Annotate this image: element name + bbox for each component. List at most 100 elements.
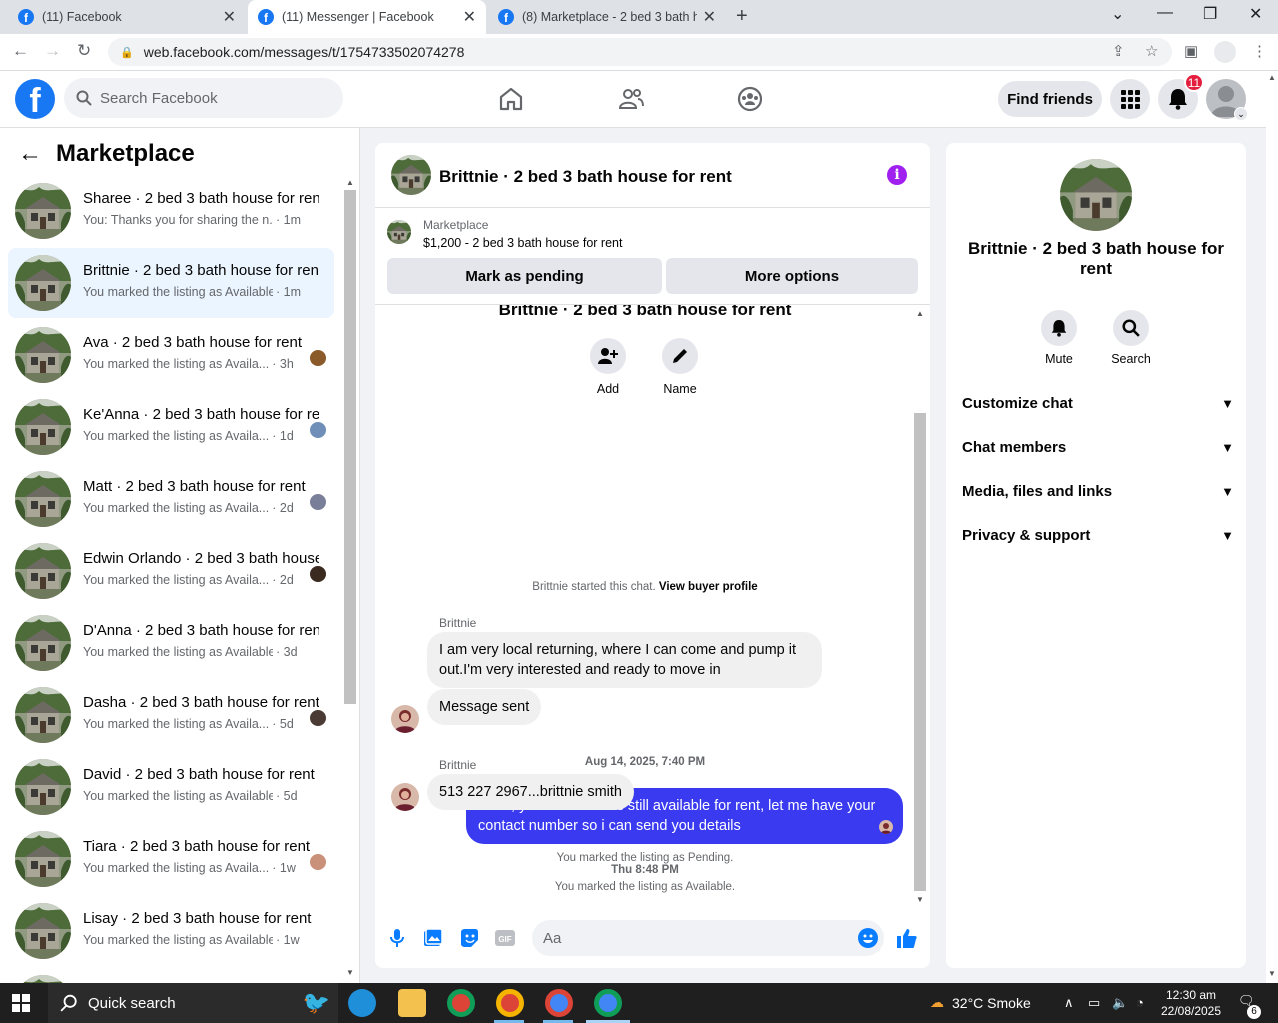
chrome-icon[interactable] [447,989,475,1017]
conversation-item[interactable]: David · 2 bed 3 bath house for rent You m… [8,752,334,822]
view-buyer-profile-link[interactable]: View buyer profile [659,581,758,593]
browser-tab-facebook[interactable]: f (11) Facebook ✕ [8,0,246,34]
clock[interactable]: 12:30 am 22/08/2025 [1156,987,1226,1019]
thumbs-up-icon[interactable] [896,927,918,949]
chrome-icon[interactable] [545,989,573,1017]
scroll-up-icon[interactable]: ▲ [346,178,354,187]
name-chat-button[interactable]: Name [650,338,710,396]
mark-as-pending-button[interactable]: Mark as pending [387,258,662,294]
facebook-logo[interactable]: f [15,79,55,119]
sidebar-scrollbar[interactable]: ▲ ▼ [343,178,357,983]
conversation-item-partial[interactable] [8,968,334,983]
home-icon[interactable] [497,85,525,113]
incoming-message[interactable]: Message sent [427,689,542,725]
chat-scrollbar[interactable]: ▲ ▼ [913,305,927,905]
browser-tab-messenger[interactable]: f (11) Messenger | Facebook ✕ [248,0,486,34]
conversation-item[interactable]: Ke'Anna · 2 bed 3 bath house for rent You… [8,392,334,462]
sticker-icon[interactable] [458,927,480,949]
page-scrollbar[interactable]: ▲ ▼ [1266,71,1278,983]
chrome-icon[interactable] [496,989,524,1017]
conversation-item[interactable]: Dasha · 2 bed 3 bath house for rent You m… [8,680,334,750]
scrollbar-thumb[interactable] [344,190,356,704]
taskbar-search[interactable]: Quick search 🐦 [48,983,338,1023]
windows-start-icon[interactable] [12,994,30,1012]
restore-button[interactable]: ❐ [1203,4,1217,24]
conversation-item[interactable]: Edwin Orlando · 2 bed 3 bath house for r… [8,536,334,606]
conversation-item[interactable]: Brittnie · 2 bed 3 bath house for rent Yo… [8,248,334,318]
reload-icon[interactable]: ↻ [77,41,91,61]
conversation-name: Brittnie · 2 bed 3 bath house for rent [83,262,319,279]
url-text: web.facebook.com/messages/t/175473350207… [143,44,465,60]
share-icon[interactable]: ⇪ [1112,42,1125,60]
microphone-icon[interactable] [386,927,408,949]
incoming-message[interactable]: 513 227 2967...brittnie smith [427,774,634,810]
scroll-down-icon[interactable]: ▼ [346,968,354,977]
meet-now-icon[interactable]: ▭ [1088,995,1100,1011]
menu-grid-button[interactable] [1110,79,1150,119]
browser-tab-marketplace[interactable]: f (8) Marketplace - 2 bed 3 bath ho ✕ [488,0,726,34]
privacy-support-row[interactable]: Privacy & support ▼ [962,527,1234,544]
new-tab-button[interactable]: + [736,5,748,28]
weather-widget[interactable]: ☁ 32°C Smoke [930,994,1031,1011]
chat-members-row[interactable]: Chat members ▼ [962,439,1234,456]
side-panel-icon[interactable]: ▣ [1184,42,1198,60]
customize-chat-row[interactable]: Customize chat ▼ [962,395,1234,412]
account-chevron-icon[interactable]: ⌄ [1234,107,1248,121]
house-thumbnail[interactable] [391,155,431,195]
scroll-up-icon[interactable]: ▲ [916,309,924,318]
facebook-search-input[interactable]: Search Facebook [64,78,343,118]
info-icon[interactable]: i [887,165,907,185]
menu-dots-icon[interactable]: ⋮ [1252,42,1267,60]
chrome-active-icon[interactable] [594,989,622,1017]
close-icon[interactable]: ✕ [223,7,236,27]
scrollbar-thumb[interactable] [914,413,926,891]
search-in-chat-button[interactable]: Search [1101,310,1161,366]
conversation-item[interactable]: Lisay · 2 bed 3 bath house for rent You m… [8,896,334,966]
media-files-links-row[interactable]: Media, files and links ▼ [962,483,1234,500]
scroll-down-icon[interactable]: ▼ [916,895,924,904]
gif-icon[interactable]: GIF [494,927,516,949]
conversation-item[interactable]: Ava · 2 bed 3 bath house for rent You mar… [8,320,334,390]
address-bar[interactable]: 🔒 web.facebook.com/messages/t/1754733502… [108,38,1172,66]
conversation-item[interactable]: Matt · 2 bed 3 bath house for rent You ma… [8,464,334,534]
incoming-message[interactable]: I am very local returning, where I can c… [427,632,822,688]
close-icon[interactable]: ✕ [463,7,476,27]
search-label: Search [1111,352,1151,366]
show-hidden-icons-icon[interactable]: ∧ [1064,995,1074,1011]
chat-title[interactable]: Brittnie · 2 bed 3 bath house for rent [439,167,732,187]
scroll-up-icon[interactable]: ▲ [1268,73,1276,82]
close-icon[interactable]: ✕ [703,7,716,27]
brittnie-avatar[interactable] [391,783,419,811]
profile-icon[interactable] [1214,41,1236,63]
edge-browser-icon[interactable] [348,989,376,1017]
conversation-item[interactable]: D'Anna · 2 bed 3 bath house for rent You … [8,608,334,678]
close-window-button[interactable]: ✕ [1249,4,1262,24]
tab-search-chevron-icon[interactable]: ⌄ [1111,4,1124,24]
add-people-button[interactable]: Add [578,338,638,396]
volume-icon[interactable]: 🔈 [1112,995,1128,1011]
more-options-button[interactable]: More options [666,258,918,294]
emoji-icon[interactable] [857,927,879,949]
message-input[interactable]: Aa [532,920,884,956]
groups-icon[interactable] [736,85,764,113]
find-friends-button[interactable]: Find friends [998,81,1102,117]
listing-price[interactable]: $1,200 - 2 bed 3 bath house for rent [423,236,622,250]
back-arrow-icon[interactable]: ← [12,41,29,61]
mute-button[interactable]: Mute [1029,310,1089,366]
forward-arrow-icon[interactable]: → [44,41,61,61]
minimize-button[interactable]: — [1157,4,1173,22]
lock-icon[interactable]: 🔒 [120,46,134,59]
conversation-item[interactable]: Sharee · 2 bed 3 bath house for rent You:… [8,176,334,246]
snippet-time: · 5d [272,717,294,731]
conversation-item[interactable]: Tiara · 2 bed 3 bath house for rent You m… [8,824,334,894]
wifi-icon[interactable]: ◔ [1136,995,1144,1010]
brittnie-avatar[interactable] [391,705,419,733]
bookmark-star-icon[interactable]: ☆ [1145,42,1158,60]
back-arrow-icon[interactable]: ← [18,140,42,168]
photo-icon[interactable] [422,927,444,949]
friends-icon[interactable] [617,85,645,113]
listing-thumbnail[interactable] [387,220,411,244]
listing-photo[interactable] [1060,159,1132,231]
file-explorer-icon[interactable] [398,989,426,1017]
scroll-down-icon[interactable]: ▼ [1268,969,1276,978]
